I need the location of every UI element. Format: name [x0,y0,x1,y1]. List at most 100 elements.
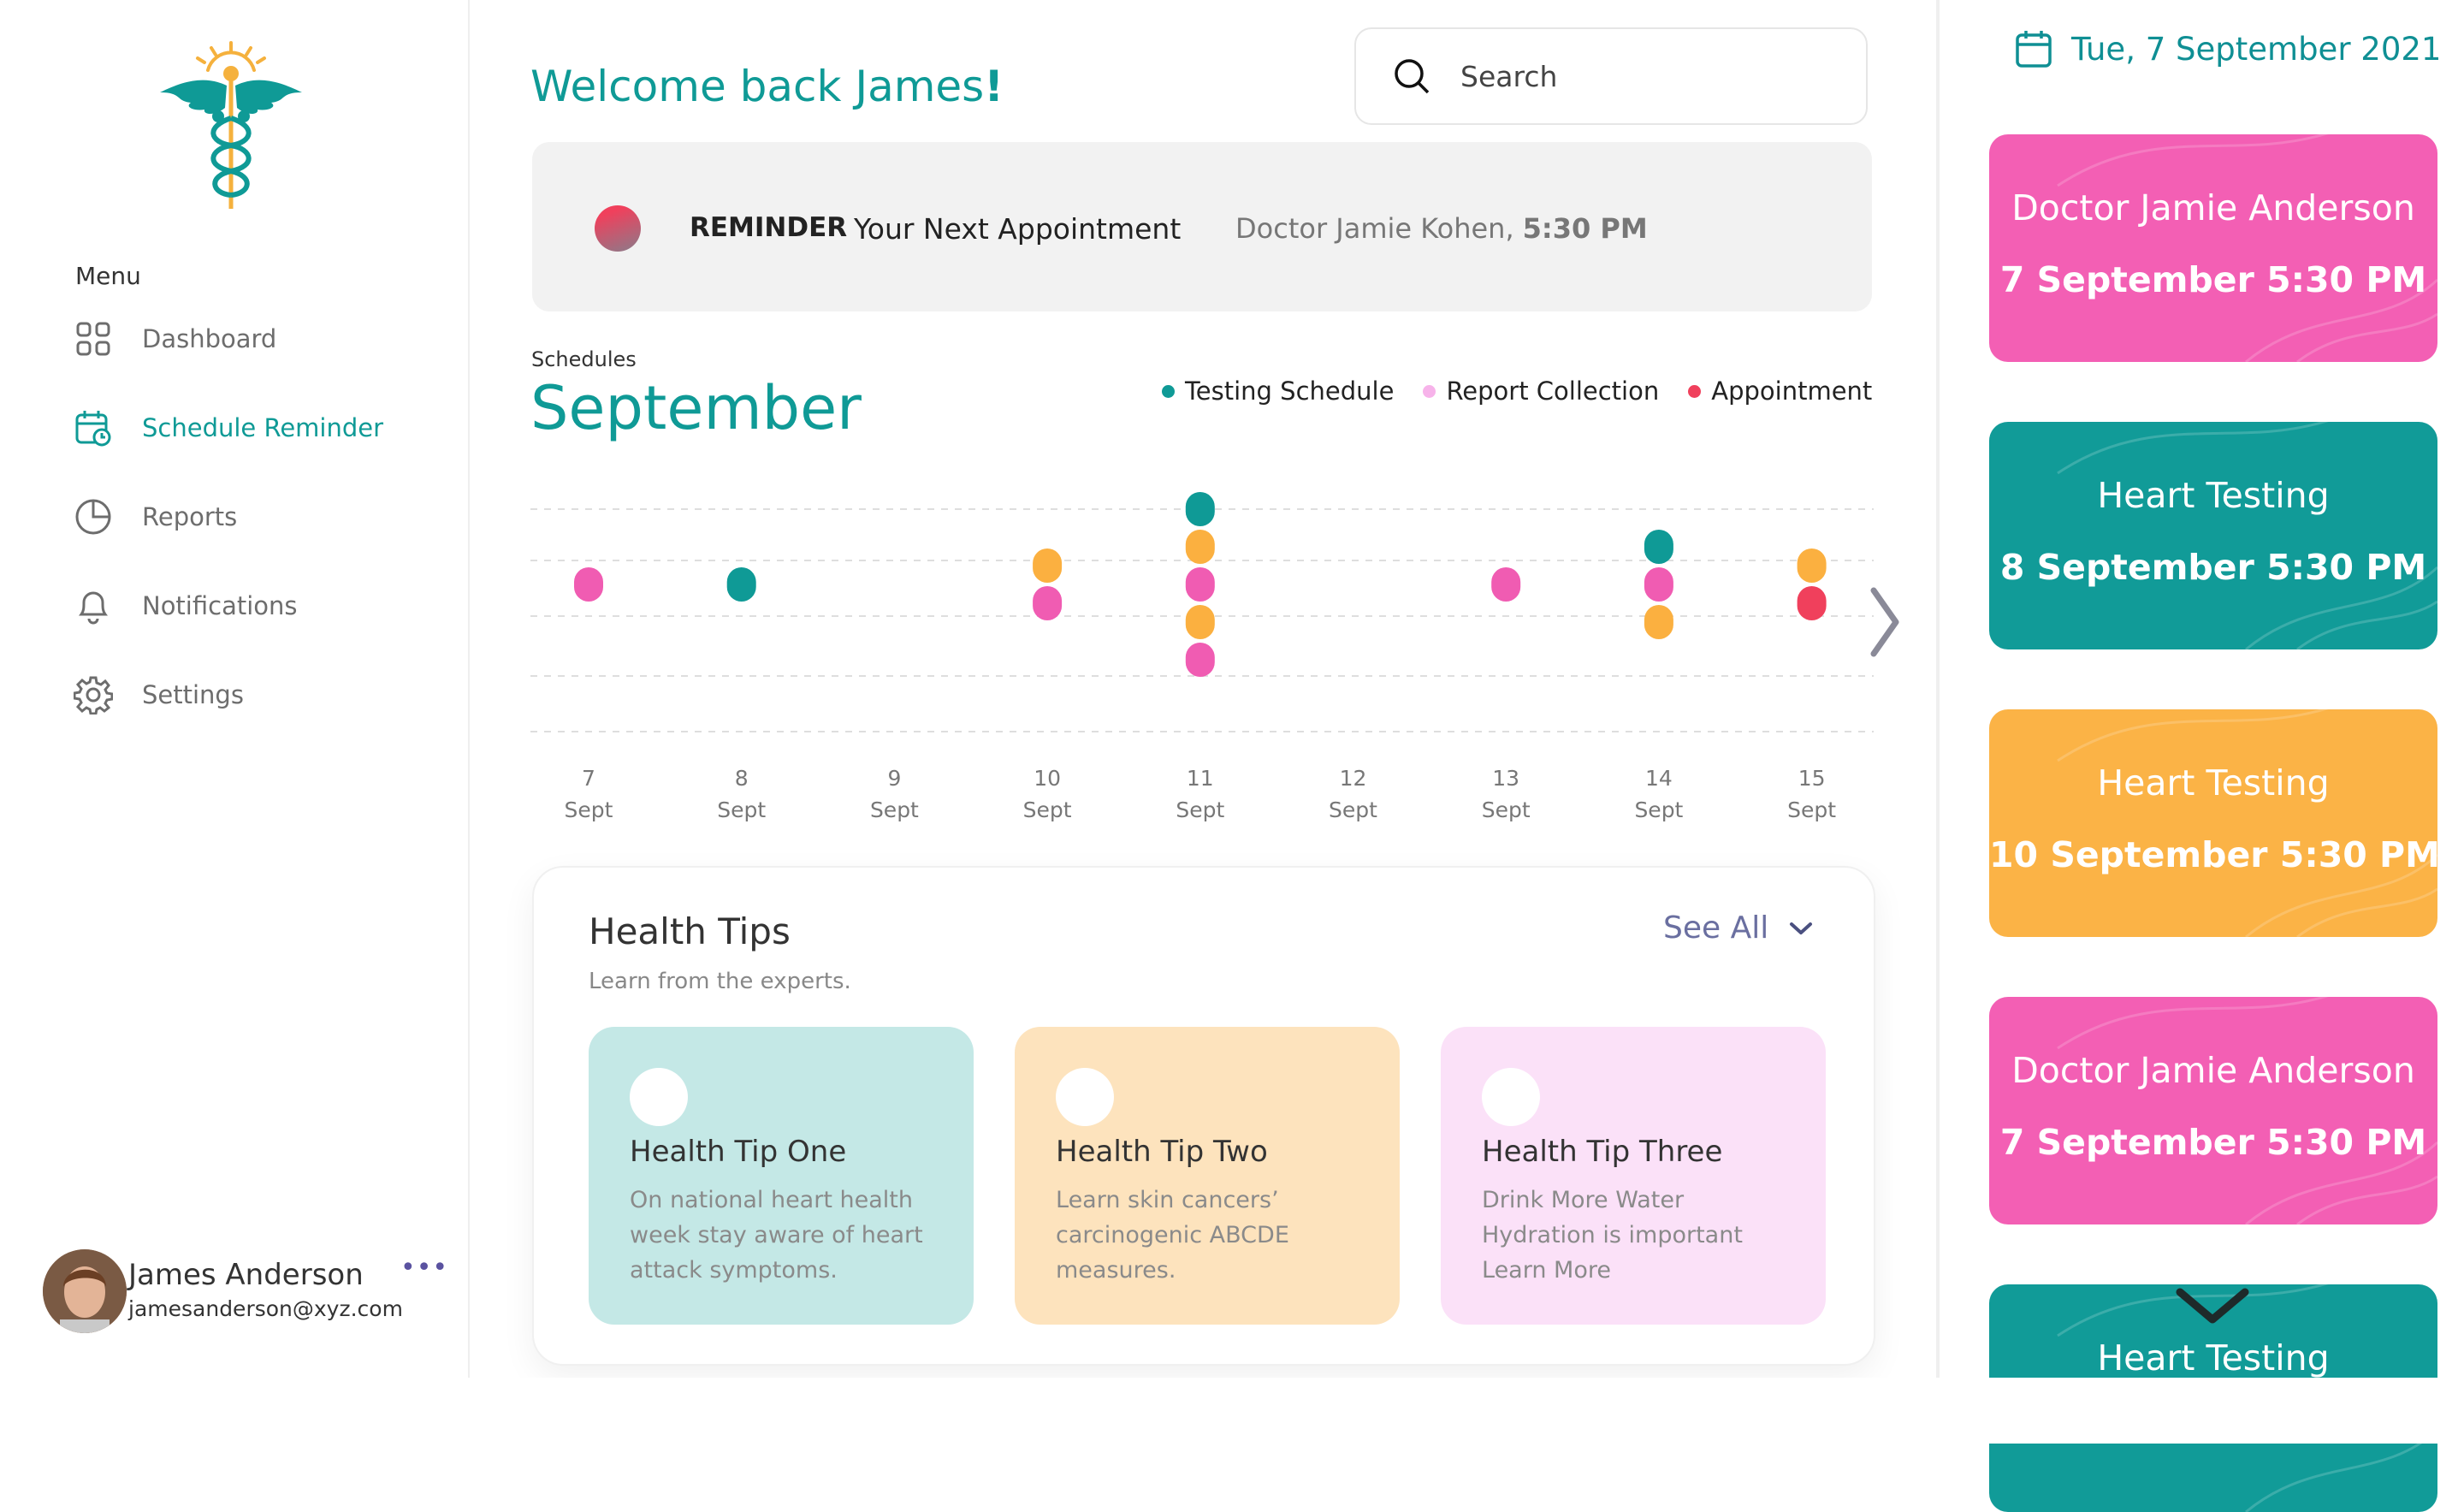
tip-body: Drink More Water Hydration is important … [1482,1183,1807,1288]
sidebar-item-settings[interactable]: Settings [74,669,244,720]
schedule-event-marker[interactable] [1797,586,1827,620]
schedule-event-marker[interactable] [1185,530,1215,564]
chevron-down-icon[interactable] [2173,1284,2252,1326]
tip-line: Learn More [1482,1257,1611,1284]
page-title: Welcome back James! [530,62,1004,111]
gear-icon [74,675,113,714]
health-tip-card-three[interactable]: Health Tip Three Drink More Water Hydrat… [1441,1027,1826,1325]
search-icon [1395,59,1430,94]
tip-line: attack symptoms. [630,1257,838,1284]
search-box[interactable] [1354,27,1868,125]
x-tick-day: 7 [582,766,595,791]
legend-item-report: Report Collection [1423,377,1659,406]
right-panel-divider [1936,0,1940,1378]
x-tick-day: 12 [1340,766,1367,791]
user-profile[interactable]: James Anderson jamesanderson@xyz.com ••• [43,1249,447,1335]
schedule-event-marker[interactable] [1033,548,1063,583]
tip-line: On national heart health [630,1187,913,1213]
legend-dot-icon [1162,384,1175,398]
reminder-dot-icon [595,205,641,252]
legend-item-testing: Testing Schedule [1162,377,1394,406]
appointment-date: 10 September 5:30 PM [1989,834,2437,875]
menu-label: Menu [75,262,141,290]
health-tips-panel: Health Tips Learn from the experts. See … [532,866,1875,1366]
grid-icon [74,319,113,359]
swirl-decoration [2057,709,2437,937]
tip-circle-icon [1056,1068,1114,1126]
swirl-decoration [2057,997,2437,1224]
more-options-icon[interactable]: ••• [400,1253,448,1283]
x-tick-day: 15 [1798,766,1826,791]
schedule-event-marker[interactable] [1033,586,1063,620]
appointment-date: 8 September 5:30 PM [1999,547,2427,588]
legend-label: Appointment [1711,377,1873,406]
tip-line: Hydration is important [1482,1222,1743,1248]
legend-label: Report Collection [1446,377,1660,406]
appointment-card[interactable]: Heart Testing 8 September 5:30 PM [1989,422,2437,649]
current-date: Tue, 7 September 2021 [2015,29,2441,68]
x-tick-day: 13 [1492,766,1519,791]
schedule-event-marker[interactable] [1491,567,1521,602]
sidebar-item-reports[interactable]: Reports [74,491,237,543]
caduceus-logo [160,41,302,209]
appointment-title: Heart Testing [2097,1337,2330,1379]
chevron-down-icon [1790,922,1813,934]
x-tick-day: 10 [1034,766,1061,791]
reminder-tag: REMINDER [690,212,848,243]
schedule-event-marker[interactable] [1185,605,1215,639]
reminder-doctor-name: Doctor Jamie Kohen, [1235,212,1514,245]
see-all-label: See All [1663,910,1769,946]
sidebar-item-dashboard[interactable]: Dashboard [74,313,276,365]
tip-title: Health Tip Two [1056,1135,1268,1169]
avatar [43,1249,127,1333]
tip-line: Learn skin cancers’ [1056,1187,1279,1213]
schedule-event-marker[interactable] [1185,492,1215,526]
schedule-event-marker[interactable] [574,567,603,602]
current-date-text: Tue, 7 September 2021 [2071,30,2442,68]
health-tip-card-one[interactable]: Health Tip One On national heart health … [589,1027,974,1325]
x-tick-month: Sept [1482,798,1531,822]
schedule-event-marker[interactable] [1797,548,1827,583]
x-tick-day: 9 [887,766,901,791]
x-tick-month: Sept [1176,798,1224,822]
sidebar-item-schedule-reminder[interactable]: Schedule Reminder [74,402,383,454]
see-all-button[interactable]: See All [1663,910,1813,946]
schedules-label: Schedules [531,347,637,371]
calendar-icon [2016,31,2052,68]
reminder-banner[interactable]: REMINDER Your Next Appointment Doctor Ja… [532,142,1872,311]
appointment-date: 7 September 5:30 PM [1999,1122,2427,1163]
sidebar-item-notifications[interactable]: Notifications [74,580,298,631]
legend-item-appointment: Appointment [1688,377,1872,406]
schedule-event-marker[interactable] [1644,530,1673,564]
health-tip-card-two[interactable]: Health Tip Two Learn skin cancers’ carci… [1015,1027,1400,1325]
schedule-event-marker[interactable] [1644,567,1673,602]
legend-dot-icon [1423,384,1436,398]
search-input[interactable] [1459,58,1821,94]
appointment-title: Heart Testing [2097,475,2330,516]
profile-email: jamesanderson@xyz.com [128,1296,403,1321]
schedule-event-marker[interactable] [1185,567,1215,602]
appointment-title: Heart Testing [2097,762,2330,803]
x-tick-month: Sept [1329,798,1377,822]
appointment-date: 7 September 5:30 PM [1999,259,2427,300]
schedule-month: September [530,373,862,443]
appointment-card[interactable]: Doctor Jamie Anderson 7 September 5:30 P… [1989,134,2437,362]
appointment-title: Doctor Jamie Anderson [2011,187,2415,228]
x-tick-day: 11 [1187,766,1214,791]
reminder-text: Your Next Appointment [854,212,1182,246]
tip-body: Learn skin cancers’ carcinogenic ABCDE m… [1056,1183,1381,1288]
schedule-event-marker[interactable] [1185,643,1215,677]
tip-title: Health Tip One [630,1135,847,1169]
appointment-card[interactable]: Heart Testing 10 September 5:30 PM [1989,709,2437,937]
schedule-event-marker[interactable] [726,567,756,602]
appointment-card[interactable]: Doctor Jamie Anderson 7 September 5:30 P… [1989,997,2437,1224]
sidebar-item-label: Dashboard [142,324,277,353]
tip-line: measures. [1056,1257,1176,1284]
pie-chart-icon [74,497,113,537]
x-tick-month: Sept [1634,798,1683,822]
x-tick-month: Sept [1787,798,1836,822]
schedule-event-marker[interactable] [1644,605,1673,639]
sidebar: Menu Dashboard Schedule Reminder Reports [0,0,470,1378]
legend-dot-icon [1688,384,1702,398]
chevron-right-icon[interactable] [1863,584,1906,661]
